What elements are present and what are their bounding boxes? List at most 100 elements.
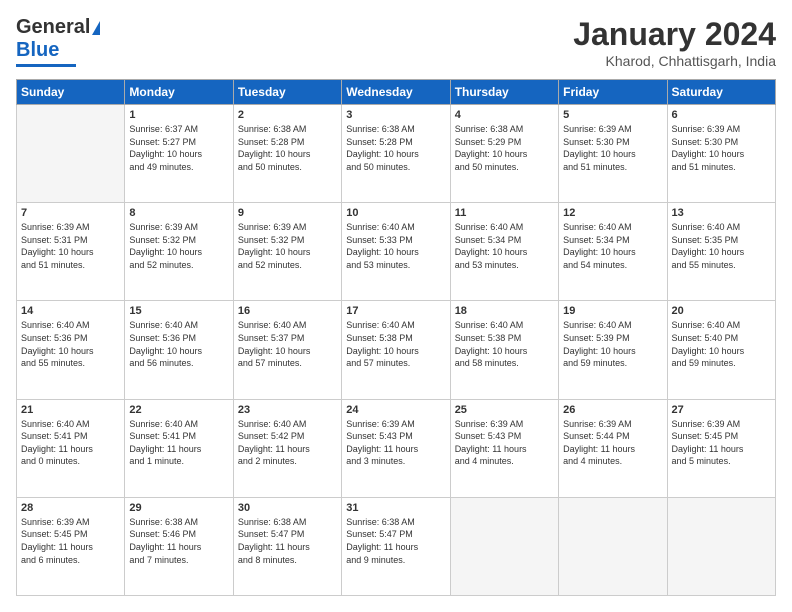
day-number: 28 xyxy=(21,502,120,514)
calendar-cell: 27 Sunrise: 6:39 AM Sunset: 5:45 PM Dayli… xyxy=(667,399,775,497)
calendar-cell xyxy=(559,497,667,595)
day-info: Sunrise: 6:39 AM Sunset: 5:45 PM Dayligh… xyxy=(672,418,771,468)
weekday-header-friday: Friday xyxy=(559,80,667,105)
month-title: January 2024 xyxy=(573,16,776,53)
day-info: Sunrise: 6:39 AM Sunset: 5:44 PM Dayligh… xyxy=(563,418,662,468)
logo-general: General xyxy=(16,16,90,39)
calendar-cell: 3 Sunrise: 6:38 AM Sunset: 5:28 PM Daylig… xyxy=(342,105,450,203)
day-number: 4 xyxy=(455,109,554,121)
weekday-header-sunday: Sunday xyxy=(17,80,125,105)
day-number: 31 xyxy=(346,502,445,514)
week-row-5: 28 Sunrise: 6:39 AM Sunset: 5:45 PM Dayli… xyxy=(17,497,776,595)
day-info: Sunrise: 6:40 AM Sunset: 5:33 PM Dayligh… xyxy=(346,221,445,271)
day-info: Sunrise: 6:40 AM Sunset: 5:37 PM Dayligh… xyxy=(238,319,337,369)
weekday-header-thursday: Thursday xyxy=(450,80,558,105)
day-number: 18 xyxy=(455,305,554,317)
day-number: 12 xyxy=(563,207,662,219)
day-number: 16 xyxy=(238,305,337,317)
calendar-cell: 20 Sunrise: 6:40 AM Sunset: 5:40 PM Dayli… xyxy=(667,301,775,399)
weekday-header-monday: Monday xyxy=(125,80,233,105)
day-info: Sunrise: 6:40 AM Sunset: 5:36 PM Dayligh… xyxy=(21,319,120,369)
calendar-cell: 4Sunrise: 6:38 AM Sunset: 5:29 PM Daylig… xyxy=(450,105,558,203)
calendar-cell xyxy=(667,497,775,595)
calendar-cell: 9Sunrise: 6:39 AM Sunset: 5:32 PM Daylig… xyxy=(233,203,341,301)
calendar-cell: 12Sunrise: 6:40 AM Sunset: 5:34 PM Dayli… xyxy=(559,203,667,301)
calendar-cell: 30 Sunrise: 6:38 AM Sunset: 5:47 PM Dayli… xyxy=(233,497,341,595)
calendar-cell: 23 Sunrise: 6:40 AM Sunset: 5:42 PM Dayli… xyxy=(233,399,341,497)
calendar-cell xyxy=(17,105,125,203)
calendar-cell: 10 Sunrise: 6:40 AM Sunset: 5:33 PM Dayli… xyxy=(342,203,450,301)
calendar-cell: 26 Sunrise: 6:39 AM Sunset: 5:44 PM Dayli… xyxy=(559,399,667,497)
day-info: Sunrise: 6:40 AM Sunset: 5:34 PM Dayligh… xyxy=(455,221,554,271)
day-number: 2 xyxy=(238,109,337,121)
day-info: Sunrise: 6:40 AM Sunset: 5:38 PM Dayligh… xyxy=(455,319,554,369)
day-info: Sunrise: 6:37 AM Sunset: 5:27 PM Dayligh… xyxy=(129,123,228,173)
day-number: 27 xyxy=(672,404,771,416)
day-number: 23 xyxy=(238,404,337,416)
week-row-2: 7 Sunrise: 6:39 AM Sunset: 5:31 PM Daylig… xyxy=(17,203,776,301)
calendar-cell: 14 Sunrise: 6:40 AM Sunset: 5:36 PM Dayli… xyxy=(17,301,125,399)
weekday-header-tuesday: Tuesday xyxy=(233,80,341,105)
day-info: Sunrise: 6:39 AM Sunset: 5:43 PM Dayligh… xyxy=(455,418,554,468)
day-number: 6 xyxy=(672,109,771,121)
day-number: 7 xyxy=(21,207,120,219)
day-number: 30 xyxy=(238,502,337,514)
day-number: 3 xyxy=(346,109,445,121)
weekday-header-wednesday: Wednesday xyxy=(342,80,450,105)
day-number: 8 xyxy=(129,207,228,219)
week-row-1: 1 Sunrise: 6:37 AM Sunset: 5:27 PM Daylig… xyxy=(17,105,776,203)
weekday-header-row: SundayMondayTuesdayWednesdayThursdayFrid… xyxy=(17,80,776,105)
day-info: Sunrise: 6:40 AM Sunset: 5:40 PM Dayligh… xyxy=(672,319,771,369)
day-number: 5 xyxy=(563,109,662,121)
week-row-4: 21 Sunrise: 6:40 AM Sunset: 5:41 PM Dayli… xyxy=(17,399,776,497)
calendar-cell: 21 Sunrise: 6:40 AM Sunset: 5:41 PM Dayli… xyxy=(17,399,125,497)
day-number: 10 xyxy=(346,207,445,219)
day-number: 11 xyxy=(455,207,554,219)
calendar-cell: 5 Sunrise: 6:39 AM Sunset: 5:30 PM Daylig… xyxy=(559,105,667,203)
calendar-cell: 6Sunrise: 6:39 AM Sunset: 5:30 PM Daylig… xyxy=(667,105,775,203)
calendar-cell: 16 Sunrise: 6:40 AM Sunset: 5:37 PM Dayli… xyxy=(233,301,341,399)
day-info: Sunrise: 6:39 AM Sunset: 5:45 PM Dayligh… xyxy=(21,516,120,566)
day-number: 20 xyxy=(672,305,771,317)
page: General Blue January 2024 Kharod, Chhatt… xyxy=(0,0,792,612)
calendar-cell: 28 Sunrise: 6:39 AM Sunset: 5:45 PM Dayli… xyxy=(17,497,125,595)
day-number: 25 xyxy=(455,404,554,416)
logo: General Blue xyxy=(16,16,100,67)
day-number: 24 xyxy=(346,404,445,416)
location: Kharod, Chhattisgarh, India xyxy=(573,53,776,69)
day-info: Sunrise: 6:40 AM Sunset: 5:35 PM Dayligh… xyxy=(672,221,771,271)
day-info: Sunrise: 6:39 AM Sunset: 5:32 PM Dayligh… xyxy=(238,221,337,271)
header: General Blue January 2024 Kharod, Chhatt… xyxy=(16,16,776,69)
day-info: Sunrise: 6:38 AM Sunset: 5:28 PM Dayligh… xyxy=(346,123,445,173)
calendar-cell: 19Sunrise: 6:40 AM Sunset: 5:39 PM Dayli… xyxy=(559,301,667,399)
calendar-cell: 29Sunrise: 6:38 AM Sunset: 5:46 PM Dayli… xyxy=(125,497,233,595)
day-info: Sunrise: 6:40 AM Sunset: 5:41 PM Dayligh… xyxy=(21,418,120,468)
day-info: Sunrise: 6:39 AM Sunset: 5:43 PM Dayligh… xyxy=(346,418,445,468)
day-info: Sunrise: 6:39 AM Sunset: 5:31 PM Dayligh… xyxy=(21,221,120,271)
day-number: 22 xyxy=(129,404,228,416)
day-number: 29 xyxy=(129,502,228,514)
day-number: 14 xyxy=(21,305,120,317)
day-info: Sunrise: 6:40 AM Sunset: 5:41 PM Dayligh… xyxy=(129,418,228,468)
day-number: 17 xyxy=(346,305,445,317)
logo-line xyxy=(16,64,76,67)
calendar-cell: 25 Sunrise: 6:39 AM Sunset: 5:43 PM Dayli… xyxy=(450,399,558,497)
day-number: 1 xyxy=(129,109,228,121)
day-info: Sunrise: 6:40 AM Sunset: 5:36 PM Dayligh… xyxy=(129,319,228,369)
day-info: Sunrise: 6:40 AM Sunset: 5:42 PM Dayligh… xyxy=(238,418,337,468)
day-number: 15 xyxy=(129,305,228,317)
day-info: Sunrise: 6:39 AM Sunset: 5:30 PM Dayligh… xyxy=(563,123,662,173)
day-info: Sunrise: 6:38 AM Sunset: 5:47 PM Dayligh… xyxy=(346,516,445,566)
week-row-3: 14 Sunrise: 6:40 AM Sunset: 5:36 PM Dayli… xyxy=(17,301,776,399)
calendar-cell: 11 Sunrise: 6:40 AM Sunset: 5:34 PM Dayli… xyxy=(450,203,558,301)
day-number: 26 xyxy=(563,404,662,416)
calendar-cell: 8Sunrise: 6:39 AM Sunset: 5:32 PM Daylig… xyxy=(125,203,233,301)
day-info: Sunrise: 6:40 AM Sunset: 5:39 PM Dayligh… xyxy=(563,319,662,369)
day-number: 21 xyxy=(21,404,120,416)
day-info: Sunrise: 6:40 AM Sunset: 5:38 PM Dayligh… xyxy=(346,319,445,369)
logo-blue: Blue xyxy=(16,39,59,62)
weekday-header-saturday: Saturday xyxy=(667,80,775,105)
logo-triangle-icon xyxy=(92,21,100,35)
day-info: Sunrise: 6:38 AM Sunset: 5:28 PM Dayligh… xyxy=(238,123,337,173)
day-info: Sunrise: 6:38 AM Sunset: 5:47 PM Dayligh… xyxy=(238,516,337,566)
